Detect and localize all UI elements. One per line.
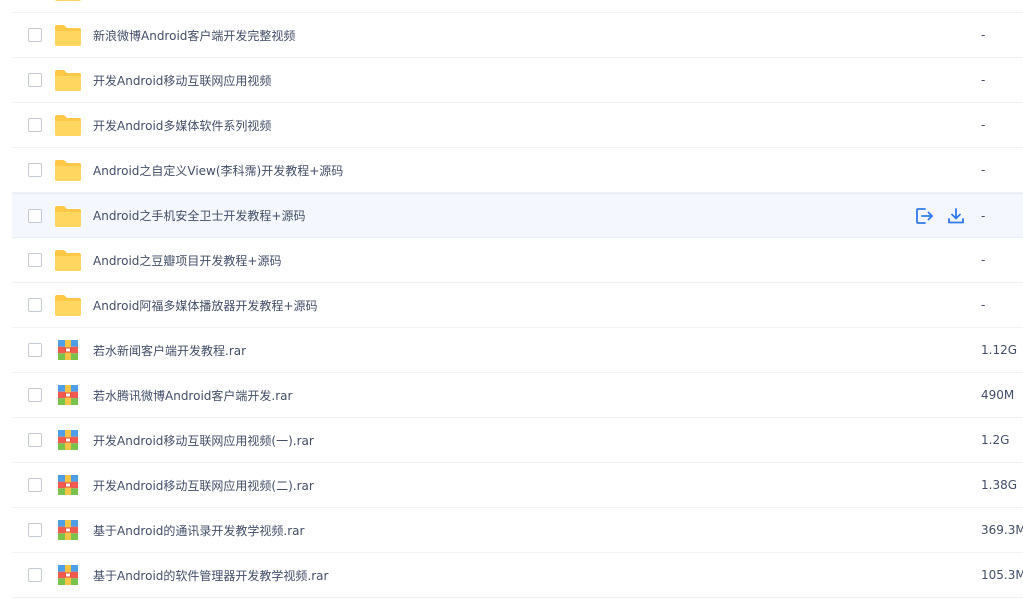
file-row[interactable]: 开发Android移动互联网应用视频(二).rar 1.38G xyxy=(12,463,1023,508)
row-checkbox[interactable] xyxy=(28,388,42,402)
file-row[interactable]: 开发Android移动互联网应用视频(一).rar 1.2G xyxy=(12,418,1023,463)
file-size: 105.3M xyxy=(981,568,1023,582)
file-size: - xyxy=(981,28,986,42)
file-row[interactable]: Android阿福多媒体播放器开发教程+源码 - xyxy=(12,283,1023,328)
row-checkbox[interactable] xyxy=(28,433,42,447)
row-checkbox[interactable] xyxy=(28,118,42,132)
file-row[interactable]: 基于Android的通讯录开发教学视频.rar 369.3M xyxy=(12,508,1023,553)
row-checkbox[interactable] xyxy=(28,28,42,42)
folder-icon xyxy=(54,204,82,228)
file-size: - xyxy=(981,118,986,132)
row-checkbox[interactable] xyxy=(28,208,42,223)
file-name[interactable]: Android之豆瓣项目开发教程+源码 xyxy=(93,252,281,269)
file-name[interactable]: 基于Android的通讯录开发教学视频.rar xyxy=(93,522,304,539)
row-checkbox[interactable] xyxy=(28,343,42,357)
archive-icon xyxy=(54,563,82,587)
file-name[interactable]: 开发Android移动互联网应用视频(二).rar xyxy=(93,477,314,494)
file-name[interactable]: 开发Android移动互联网应用视频(一).rar xyxy=(93,432,314,449)
file-size: 490M xyxy=(981,388,1015,402)
file-row[interactable]: Android之豆瓣项目开发教程+源码 - xyxy=(12,238,1023,283)
file-name[interactable]: Android阿福多媒体播放器开发教程+源码 xyxy=(93,297,317,314)
file-name[interactable]: Android之手机安全卫士开发教程+源码 xyxy=(93,207,305,224)
archive-icon xyxy=(54,428,82,452)
file-name[interactable]: 若水新闻客户端开发教程.rar xyxy=(93,342,246,359)
archive-icon xyxy=(54,473,82,497)
file-row[interactable]: 若水新闻客户端开发教程.rar 1.12G xyxy=(12,328,1023,373)
row-actions xyxy=(914,206,966,226)
row-checkbox[interactable] xyxy=(28,163,42,177)
file-size: 1.12G xyxy=(981,343,1018,357)
file-size: - xyxy=(981,163,986,177)
download-icon[interactable] xyxy=(946,206,966,226)
folder-icon xyxy=(54,0,82,2)
file-row[interactable]: 新浪微博Android客户端开发完整视频 - xyxy=(12,13,1023,58)
file-size: 1.2G xyxy=(981,433,1010,447)
file-row[interactable]: 开发Android移动互联网应用视频 - xyxy=(12,58,1023,103)
file-size: 1.38G xyxy=(981,478,1018,492)
file-name[interactable]: 开发Android多媒体软件系列视频 xyxy=(93,117,271,134)
row-checkbox[interactable] xyxy=(28,298,42,312)
file-name[interactable]: Android之自定义View(李科霈)开发教程+源码 xyxy=(93,162,343,179)
file-size: - xyxy=(981,253,986,267)
file-size: - xyxy=(981,208,986,223)
file-name[interactable]: 开发Android移动互联网应用视频 xyxy=(93,72,271,89)
archive-icon xyxy=(54,518,82,542)
file-size: - xyxy=(981,73,986,87)
file-row[interactable]: 基于Android的软件管理器开发教学视频.rar 105.3M xyxy=(12,553,1023,598)
archive-icon xyxy=(54,338,82,362)
folder-icon xyxy=(54,293,82,317)
row-checkbox[interactable] xyxy=(28,523,42,537)
file-size: - xyxy=(981,298,986,312)
file-row-hovered[interactable]: Android之手机安全卫士开发教程+源码 - xyxy=(12,193,1023,238)
file-list: 新浪微博Android客户端开发完整视频 - 开发Android移动互联网应用视… xyxy=(12,0,1023,598)
file-size: 369.3M xyxy=(981,523,1023,537)
file-name[interactable]: 新浪微博Android客户端开发完整视频 xyxy=(93,27,295,44)
folder-icon xyxy=(54,158,82,182)
folder-icon xyxy=(54,248,82,272)
row-checkbox[interactable] xyxy=(28,478,42,492)
folder-icon xyxy=(54,23,82,47)
row-checkbox[interactable] xyxy=(28,73,42,87)
row-checkbox[interactable] xyxy=(28,253,42,267)
archive-icon xyxy=(54,383,82,407)
file-name[interactable]: 基于Android的软件管理器开发教学视频.rar xyxy=(93,567,328,584)
share-icon[interactable] xyxy=(914,206,934,226)
file-row[interactable]: Android之自定义View(李科霈)开发教程+源码 - xyxy=(12,148,1023,193)
folder-icon xyxy=(54,113,82,137)
file-row[interactable] xyxy=(12,0,1023,13)
file-row[interactable]: 若水腾讯微博Android客户端开发.rar 490M xyxy=(12,373,1023,418)
file-name[interactable]: 若水腾讯微博Android客户端开发.rar xyxy=(93,387,292,404)
row-checkbox[interactable] xyxy=(28,568,42,582)
folder-icon xyxy=(54,68,82,92)
file-row[interactable]: 开发Android多媒体软件系列视频 - xyxy=(12,103,1023,148)
